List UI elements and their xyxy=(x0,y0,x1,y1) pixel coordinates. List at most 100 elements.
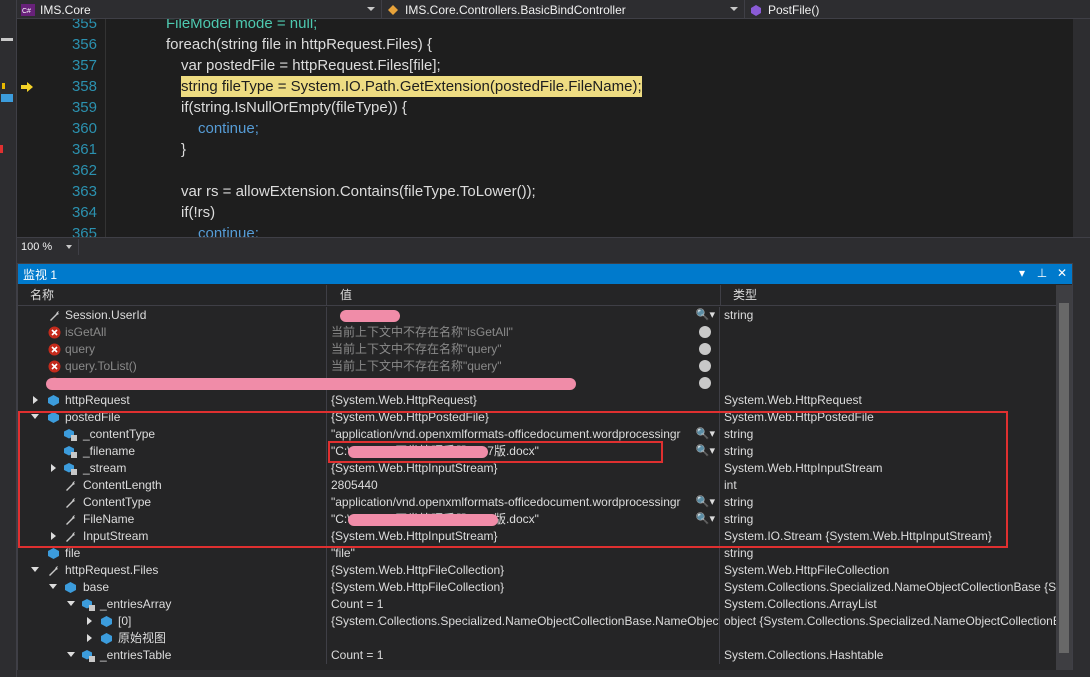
column-header-value[interactable]: 值 xyxy=(328,285,721,306)
watch-rows: Session.UserId 🔍▾ string isGetAll 当前上下文中… xyxy=(18,307,1056,677)
collapse-icon[interactable] xyxy=(1,38,13,41)
watch-row[interactable]: [0] {System.Collections.Specialized.Name… xyxy=(18,613,1056,630)
line-number: 365 xyxy=(71,225,97,237)
watch-row[interactable]: 原始视图 xyxy=(18,630,1056,647)
code-text-area[interactable]: FileModel mode = null; foreach(string fi… xyxy=(105,19,1073,237)
error-marker-icon xyxy=(0,145,3,153)
navigation-bar: C# IMS.Core IMS.Core.Controllers.BasicBi… xyxy=(17,0,1090,19)
watch-row[interactable]: isGetAll 当前上下文中不存在名称"isGetAll" xyxy=(18,324,1056,341)
column-header-type[interactable]: 类型 xyxy=(721,285,1056,306)
expand-arrow-icon[interactable] xyxy=(33,396,38,404)
editor-vertical-scrollbar[interactable] xyxy=(1073,19,1090,237)
code-line: if(string.IsNullOrEmpty(fileType)) { xyxy=(181,99,407,116)
magnifier-icon[interactable]: 🔍▾ xyxy=(696,307,715,324)
line-number: 357 xyxy=(71,57,97,74)
pin-icon[interactable]: ⊥ xyxy=(1036,266,1048,280)
raw-view-icon xyxy=(101,633,112,644)
watch-row[interactable]: Session.UserId 🔍▾ string xyxy=(18,307,1056,324)
collapse-arrow-icon[interactable] xyxy=(49,584,57,589)
annotation-box-filename xyxy=(328,441,663,463)
watch-name: httpRequest xyxy=(65,393,130,407)
line-number: 362 xyxy=(71,162,97,179)
line-number: 361 xyxy=(71,141,97,158)
watch-value: 当前上下文中不存在名称"query" xyxy=(331,342,502,356)
watch-type xyxy=(721,341,1056,358)
watch-value: {System.Web.HttpFileCollection} xyxy=(328,562,720,579)
line-number: 364 xyxy=(71,204,97,221)
code-line: continue; xyxy=(198,225,259,237)
line-number: 360 xyxy=(71,120,97,137)
private-field-icon xyxy=(82,650,95,662)
line-number: 359 xyxy=(71,99,97,116)
error-icon xyxy=(48,326,61,339)
watch-value: 当前上下文中不存在名称"query" xyxy=(331,359,502,373)
watch-vertical-scrollbar[interactable] xyxy=(1056,285,1072,677)
watch-row[interactable]: httpRequest {System.Web.HttpRequest} Sys… xyxy=(18,392,1056,409)
watch-type xyxy=(721,358,1056,375)
watch-type: System.Collections.Hashtable xyxy=(724,648,884,662)
side-link-icon[interactable] xyxy=(1,92,13,104)
line-number: 358 xyxy=(71,78,97,95)
watch-type: System.Collections.ArrayList xyxy=(724,597,877,611)
refresh-icon[interactable] xyxy=(699,360,711,372)
breakpoint-gutter[interactable] xyxy=(17,19,35,237)
collapse-arrow-icon[interactable] xyxy=(31,567,39,572)
refresh-icon[interactable] xyxy=(699,377,711,389)
method-dropdown[interactable]: PostFile() xyxy=(745,0,1090,19)
project-dropdown[interactable]: C# IMS.Core xyxy=(17,0,382,19)
chevron-down-icon xyxy=(730,7,738,11)
refresh-icon[interactable] xyxy=(699,326,711,338)
pane-splitter[interactable] xyxy=(17,255,1090,263)
left-tool-strip xyxy=(0,0,17,677)
expand-arrow-icon[interactable] xyxy=(87,634,92,642)
watch-window: 监视 1 ▾ ⊥ ✕ 名称 值 类型 Session.UserId 🔍▾ str… xyxy=(17,263,1073,677)
watch-value: Count = 1 xyxy=(328,596,720,613)
watch-name: isGetAll xyxy=(65,325,107,339)
watch-row[interactable]: _entriesArray Count = 1 System.Collectio… xyxy=(18,596,1056,613)
watch-value xyxy=(328,630,720,647)
zoom-dropdown[interactable]: 100 % xyxy=(17,238,79,255)
watch-row[interactable]: httpRequest.Files {System.Web.HttpFileCo… xyxy=(18,562,1056,579)
watch-name: base xyxy=(83,580,110,594)
annotation-box-postedfile xyxy=(18,411,1008,548)
watch-type xyxy=(721,324,1056,341)
bottom-tab-strip[interactable] xyxy=(17,670,1090,677)
watch-column-header: 名称 值 类型 xyxy=(18,285,1056,306)
project-label: IMS.Core xyxy=(40,2,91,17)
code-editor[interactable]: 355 356 357 358 359 360 361 362 363 364 … xyxy=(17,19,1073,237)
close-icon[interactable]: ✕ xyxy=(1056,266,1068,280)
redaction-mark xyxy=(46,378,576,390)
error-icon xyxy=(48,360,61,373)
code-text: FileModel mode = null; xyxy=(166,19,318,32)
window-menu-icon[interactable]: ▾ xyxy=(1016,266,1028,280)
scrollbar-thumb[interactable] xyxy=(1059,303,1069,653)
watch-name: _entriesTable xyxy=(100,648,172,662)
watch-name: query xyxy=(65,342,96,356)
collapse-arrow-icon[interactable] xyxy=(67,652,75,657)
method-icon xyxy=(749,4,763,16)
class-icon xyxy=(386,4,400,16)
svg-text:C#: C# xyxy=(22,8,31,15)
refresh-icon[interactable] xyxy=(699,343,711,355)
right-collapsed-panel[interactable] xyxy=(1073,263,1090,677)
watch-row[interactable]: query.ToList() 当前上下文中不存在名称"query" xyxy=(18,358,1056,375)
private-field-icon xyxy=(82,599,95,611)
watch-name: [0] xyxy=(118,614,132,628)
redaction-mark xyxy=(340,310,400,322)
code-line: continue; xyxy=(198,120,259,137)
column-header-name[interactable]: 名称 xyxy=(18,285,327,306)
watch-row[interactable]: query 当前上下文中不存在名称"query" xyxy=(18,341,1056,358)
code-line: var postedFile = httpRequest.Files[file]… xyxy=(181,57,441,74)
watch-value: Count = 1 xyxy=(328,647,720,664)
class-dropdown[interactable]: IMS.Core.Controllers.BasicBindController xyxy=(382,0,745,19)
code-line: if(!rs) xyxy=(181,204,216,221)
watch-value: {System.Web.HttpRequest} xyxy=(328,392,720,409)
watch-type: System.Collections.Specialized.NameObjec… xyxy=(724,580,1056,594)
watch-row[interactable]: _entriesTable Count = 1 System.Collectio… xyxy=(18,647,1056,664)
watch-row[interactable]: base {System.Web.HttpFileCollection} Sys… xyxy=(18,579,1056,596)
expand-arrow-icon[interactable] xyxy=(87,617,92,625)
watch-title-bar: 监视 1 ▾ ⊥ ✕ xyxy=(18,264,1072,284)
watch-type: string xyxy=(724,308,754,322)
collapse-arrow-icon[interactable] xyxy=(67,601,75,606)
watch-type: object {System.Collections.Specialized.N… xyxy=(724,614,1056,628)
